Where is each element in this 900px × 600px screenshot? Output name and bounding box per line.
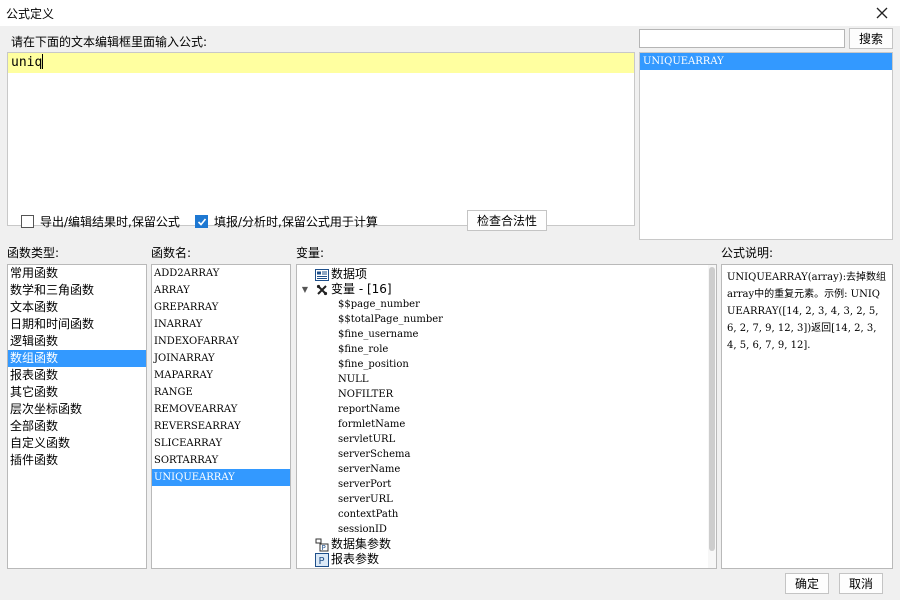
variable-item[interactable]: serverURL <box>297 492 716 507</box>
category-item[interactable]: 逻辑函数 <box>8 333 146 350</box>
category-item-selected[interactable]: 数组函数 <box>8 350 146 367</box>
window-title: 公式定义 <box>6 7 55 21</box>
variable-tree[interactable]: 数据项 ▼ 变量 - [16] $$page_number $$totalPag… <box>296 264 717 569</box>
ok-button[interactable]: 确定 <box>785 573 829 594</box>
function-item[interactable]: ADD2ARRAY <box>152 265 290 282</box>
dataset-param-icon: P <box>313 538 331 552</box>
variables-label: 变量: <box>296 246 325 260</box>
search-result-item[interactable]: UNIQUEARRAY <box>640 53 892 70</box>
chevron-down-icon[interactable]: ▼ <box>297 282 313 297</box>
category-list[interactable]: 常用函数 数学和三角函数 文本函数 日期和时间函数 逻辑函数 数组函数 报表函数… <box>7 264 147 569</box>
scroll-thumb[interactable] <box>709 267 715 551</box>
variable-item[interactable]: NULL <box>297 372 716 387</box>
close-button[interactable] <box>864 0 900 26</box>
function-item[interactable]: RANGE <box>152 384 290 401</box>
svg-text:P: P <box>322 544 326 552</box>
title-bar: 公式定义 <box>0 0 900 26</box>
function-item[interactable]: INDEXOFARRAY <box>152 333 290 350</box>
function-item[interactable]: INARRAY <box>152 316 290 333</box>
fill-keep-label: 填报/分析时,保留公式用于计算 <box>214 215 378 229</box>
fill-keep-option[interactable]: 填报/分析时,保留公式用于计算 <box>195 213 378 230</box>
current-line-highlight: uniq <box>8 53 634 73</box>
svg-text:P: P <box>319 556 325 567</box>
variable-item[interactable]: serverSchema <box>297 447 716 462</box>
variable-item[interactable]: $fine_position <box>297 357 716 372</box>
formula-editor[interactable]: uniq <box>7 52 635 226</box>
category-item[interactable]: 层次坐标函数 <box>8 401 146 418</box>
tree-node-dataset-params[interactable]: P 数据集参数 <box>297 537 716 552</box>
tree-node-label: 数据集参数 <box>331 537 392 551</box>
variable-scrollbar[interactable] <box>708 265 716 568</box>
function-item[interactable]: SLICEARRAY <box>152 435 290 452</box>
function-name-label: 函数名: <box>151 246 192 260</box>
variable-item[interactable]: $$totalPage_number <box>297 312 716 327</box>
category-item[interactable]: 全部函数 <box>8 418 146 435</box>
close-icon <box>876 7 888 19</box>
export-keep-checkbox[interactable] <box>21 215 34 228</box>
category-item[interactable]: 其它函数 <box>8 384 146 401</box>
variable-item[interactable]: reportName <box>297 402 716 417</box>
variable-item[interactable]: servletURL <box>297 432 716 447</box>
category-label: 函数类型: <box>7 246 60 260</box>
variable-item[interactable]: $fine_role <box>297 342 716 357</box>
description-label: 公式说明: <box>721 246 774 260</box>
description-panel: UNIQUEARRAY(array):去掉数组array中的重复元素。示例: U… <box>721 264 893 569</box>
text-caret <box>42 54 44 69</box>
function-item-selected[interactable]: UNIQUEARRAY <box>152 469 290 486</box>
tree-node-report-params[interactable]: P 报表参数 <box>297 552 716 567</box>
variable-item[interactable]: serverName <box>297 462 716 477</box>
description-text: UNIQUEARRAY(array):去掉数组array中的重复元素。示例: U… <box>727 272 887 351</box>
variable-item[interactable]: sessionID <box>297 522 716 537</box>
category-item[interactable]: 日期和时间函数 <box>8 316 146 333</box>
variable-item[interactable]: NOFILTER <box>297 387 716 402</box>
function-item[interactable]: GREPARRAY <box>152 299 290 316</box>
category-item[interactable]: 常用函数 <box>8 265 146 282</box>
tree-node-variables[interactable]: ▼ 变量 - [16] <box>297 282 716 297</box>
dialog-body: 请在下面的文本编辑框里面输入公式: uniq 搜索 UNIQUEARRAY 导出… <box>0 26 900 600</box>
report-param-icon: P <box>313 552 331 567</box>
export-keep-option[interactable]: 导出/编辑结果时,保留公式 <box>21 213 180 230</box>
tree-node-label: 变量 - [16] <box>331 282 392 296</box>
variable-item[interactable]: $$page_number <box>297 297 716 312</box>
tree-node-label: 数据项 <box>331 267 368 281</box>
search-button[interactable]: 搜索 <box>849 28 893 49</box>
checkmark-icon <box>197 217 206 226</box>
function-item[interactable]: MAPARRAY <box>152 367 290 384</box>
category-item[interactable]: 数学和三角函数 <box>8 282 146 299</box>
search-results-list[interactable]: UNIQUEARRAY <box>639 52 893 240</box>
variable-item[interactable]: formletName <box>297 417 716 432</box>
variable-item[interactable]: $fine_username <box>297 327 716 342</box>
editor-prompt-label: 请在下面的文本编辑框里面输入公式: <box>11 35 208 49</box>
variable-item[interactable]: contextPath <box>297 507 716 522</box>
export-keep-label: 导出/编辑结果时,保留公式 <box>40 215 180 229</box>
function-item[interactable]: SORTARRAY <box>152 452 290 469</box>
function-item[interactable]: ARRAY <box>152 282 290 299</box>
tree-node-data-items[interactable]: 数据项 <box>297 267 716 282</box>
fill-keep-checkbox[interactable] <box>195 215 208 228</box>
check-validity-button[interactable]: 检查合法性 <box>467 210 547 231</box>
category-item[interactable]: 插件函数 <box>8 452 146 469</box>
variable-icon <box>313 283 331 297</box>
function-list[interactable]: ADD2ARRAY ARRAY GREPARRAY INARRAY INDEXO… <box>151 264 291 569</box>
category-item[interactable]: 文本函数 <box>8 299 146 316</box>
editor-text: uniq <box>11 54 44 70</box>
data-items-icon <box>313 268 331 282</box>
function-item[interactable]: JOINARRAY <box>152 350 290 367</box>
category-item[interactable]: 报表函数 <box>8 367 146 384</box>
variable-item[interactable]: serverPort <box>297 477 716 492</box>
cancel-button[interactable]: 取消 <box>839 573 883 594</box>
search-input[interactable] <box>639 29 845 48</box>
category-item[interactable]: 自定义函数 <box>8 435 146 452</box>
function-item[interactable]: REVERSEARRAY <box>152 418 290 435</box>
function-item[interactable]: REMOVEARRAY <box>152 401 290 418</box>
tree-node-label: 报表参数 <box>331 552 380 566</box>
